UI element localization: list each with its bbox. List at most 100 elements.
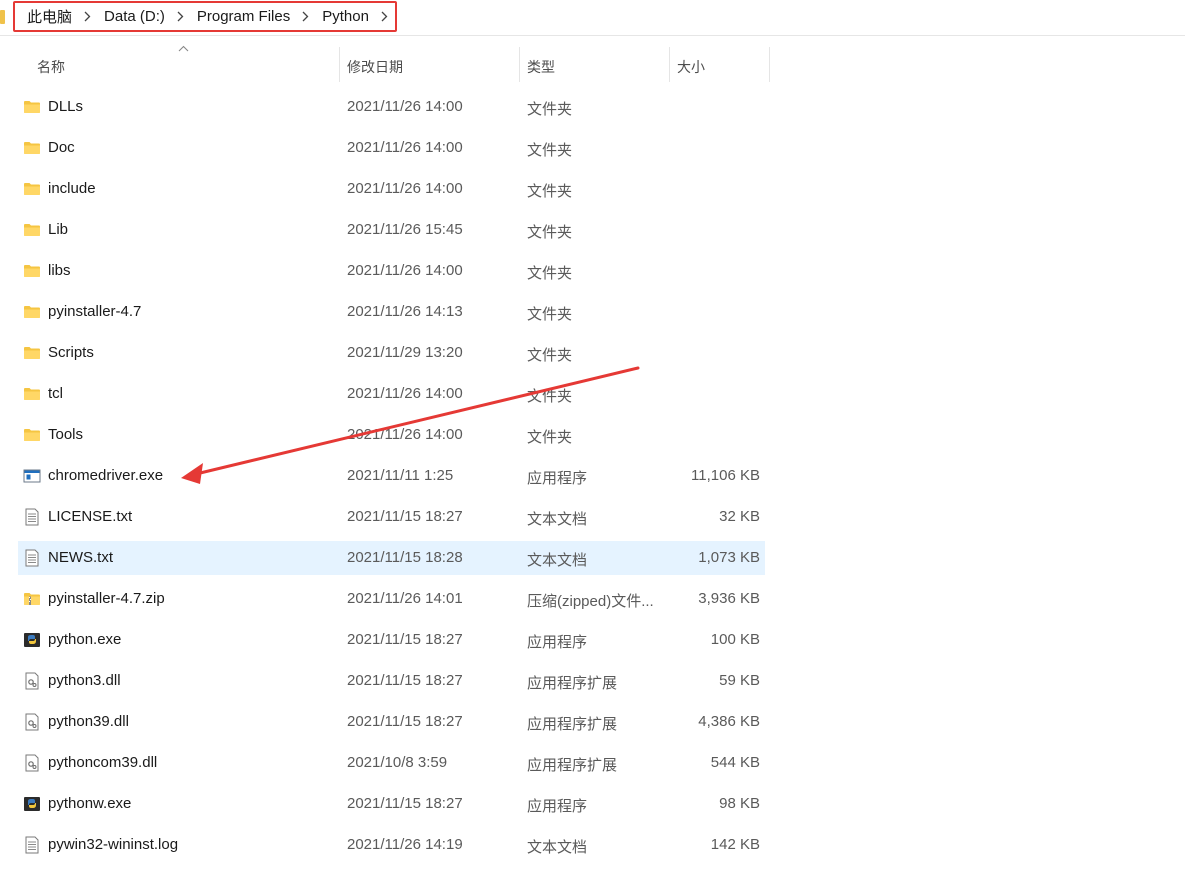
file-type: 应用程序扩展 (527, 675, 618, 692)
file-date: 2021/11/26 14:00 (347, 426, 463, 443)
breadcrumb-item-python[interactable]: Python (322, 8, 369, 25)
file-name: DLLs (48, 98, 84, 115)
file-size: 98 KB (719, 795, 760, 812)
chevron-right-icon[interactable] (84, 11, 91, 22)
column-divider[interactable] (669, 47, 670, 82)
file-row[interactable]: pywin32-wininst.log 2021/11/26 14:19 文本文档 1… (18, 828, 765, 862)
file-size: 1,073 KB (698, 549, 760, 566)
file-date: 2021/11/29 13:20 (347, 344, 463, 361)
file-type: 应用程序 (527, 798, 588, 815)
folder-icon (23, 344, 41, 362)
chevron-right-icon[interactable] (177, 11, 184, 22)
file-name: LICENSE.txt (48, 508, 133, 525)
folder-icon (23, 139, 41, 157)
file-date: 2021/11/26 14:00 (347, 262, 463, 279)
file-date: 2021/10/8 3:59 (347, 754, 448, 771)
text-file-icon (23, 508, 41, 526)
column-size[interactable]: 大小 (677, 57, 705, 77)
file-name: NEWS.txt (48, 549, 114, 566)
file-size: 3,936 KB (698, 590, 760, 607)
breadcrumb-item-program-files[interactable]: Program Files (197, 8, 290, 25)
file-row[interactable]: python39.dll 2021/11/15 18:27 应用程序扩展 4,386 … (18, 705, 765, 739)
file-date: 2021/11/15 18:28 (347, 549, 463, 566)
file-row[interactable]: python3.dll 2021/11/15 18:27 应用程序扩展 59 KB (18, 664, 765, 698)
file-name: include (48, 180, 96, 197)
file-name: python3.dll (48, 672, 121, 689)
file-row[interactable]: Doc 2021/11/26 14:00 文件夹 (18, 131, 765, 165)
file-name: Scripts (48, 344, 94, 361)
file-size: 544 KB (710, 754, 760, 771)
column-divider[interactable] (339, 47, 340, 82)
sort-ascending-icon (178, 45, 189, 52)
column-divider[interactable] (519, 47, 520, 82)
file-row[interactable]: python.exe 2021/11/15 18:27 应用程序 100 KB (18, 623, 765, 657)
file-row[interactable]: include 2021/11/26 14:00 文件夹 (18, 172, 765, 206)
folder-icon (23, 180, 41, 198)
file-date: 2021/11/26 14:00 (347, 385, 463, 402)
file-type: 文件夹 (527, 142, 573, 159)
file-row[interactable]: libs 2021/11/26 14:00 文件夹 (18, 254, 765, 288)
file-row[interactable]: Tools 2021/11/26 14:00 文件夹 (18, 418, 765, 452)
folder-icon (23, 262, 41, 280)
chevron-right-icon[interactable] (302, 11, 309, 22)
python-icon (23, 631, 41, 649)
file-name: python39.dll (48, 713, 129, 730)
file-type: 文件夹 (527, 101, 573, 118)
file-size: 100 KB (710, 631, 760, 648)
file-type: 文本文档 (527, 839, 588, 856)
file-row[interactable]: Scripts 2021/11/29 13:20 文件夹 (18, 336, 765, 370)
file-row[interactable]: pyinstaller-4.7.zip 2021/11/26 14:01 压缩(zi… (18, 582, 765, 616)
file-name: Doc (48, 139, 75, 156)
column-divider[interactable] (769, 47, 770, 82)
file-name: Tools (48, 426, 84, 443)
file-date: 2021/11/26 14:19 (347, 836, 463, 853)
file-date: 2021/11/11 1:25 (347, 467, 454, 484)
file-date: 2021/11/26 14:13 (347, 303, 463, 320)
file-type: 文件夹 (527, 265, 573, 282)
file-type: 应用程序 (527, 470, 588, 487)
file-name: pythonw.exe (48, 795, 132, 812)
file-row[interactable]: tcl 2021/11/26 14:00 文件夹 (18, 377, 765, 411)
file-date: 2021/11/26 14:00 (347, 98, 463, 115)
column-date[interactable]: 修改日期 (347, 57, 403, 77)
file-name: chromedriver.exe (48, 467, 164, 484)
file-name: tcl (48, 385, 63, 402)
column-name[interactable]: 名称 (37, 57, 65, 77)
file-row[interactable]: Lib 2021/11/26 15:45 文件夹 (18, 213, 765, 247)
file-size: 32 KB (719, 508, 760, 525)
file-row[interactable]: DLLs 2021/11/26 14:00 文件夹 (18, 90, 765, 124)
breadcrumb-item-data-drive[interactable]: Data (D:) (104, 8, 165, 25)
file-size: 4,386 KB (698, 713, 760, 730)
column-type[interactable]: 类型 (527, 57, 555, 77)
file-type: 文件夹 (527, 429, 573, 446)
file-type: 文件夹 (527, 224, 573, 241)
file-date: 2021/11/15 18:27 (347, 508, 463, 525)
breadcrumb: 此电脑 Data (D:) Program Files Python (13, 1, 397, 32)
file-type: 压缩(zipped)文件... (527, 593, 654, 610)
file-name: pyinstaller-4.7.zip (48, 590, 165, 607)
file-row[interactable]: pythonw.exe 2021/11/15 18:27 应用程序 98 KB (18, 787, 765, 821)
folder-icon (23, 221, 41, 239)
file-row[interactable]: LICENSE.txt 2021/11/15 18:27 文本文档 32 KB (18, 500, 765, 534)
file-date: 2021/11/15 18:27 (347, 631, 463, 648)
chevron-right-icon[interactable] (381, 11, 388, 22)
text-file-icon (23, 836, 41, 854)
breadcrumb-item-this-pc[interactable]: 此电脑 (27, 6, 72, 27)
file-row[interactable]: NEWS.txt 2021/11/15 18:28 文本文档 1,073 KB (18, 541, 765, 575)
file-row[interactable]: pythoncom39.dll 2021/10/8 3:59 应用程序扩展 544 K… (18, 746, 765, 780)
file-name: pywin32-wininst.log (48, 836, 179, 853)
dll-icon (23, 672, 41, 690)
file-type: 文件夹 (527, 347, 573, 364)
file-name: pythoncom39.dll (48, 754, 158, 771)
file-date: 2021/11/26 14:00 (347, 139, 463, 156)
file-type: 文件夹 (527, 306, 573, 323)
dll-icon (23, 754, 41, 772)
file-date: 2021/11/15 18:27 (347, 795, 463, 812)
file-row[interactable]: pyinstaller-4.7 2021/11/26 14:13 文件夹 (18, 295, 765, 329)
file-type: 文本文档 (527, 552, 588, 569)
file-row[interactable]: chromedriver.exe 2021/11/11 1:25 应用程序 11,10… (18, 459, 765, 493)
address-bar[interactable]: 此电脑 Data (D:) Program Files Python (0, 0, 1185, 36)
file-type: 应用程序扩展 (527, 757, 618, 774)
folder-icon (23, 98, 41, 116)
folder-icon (23, 426, 41, 444)
